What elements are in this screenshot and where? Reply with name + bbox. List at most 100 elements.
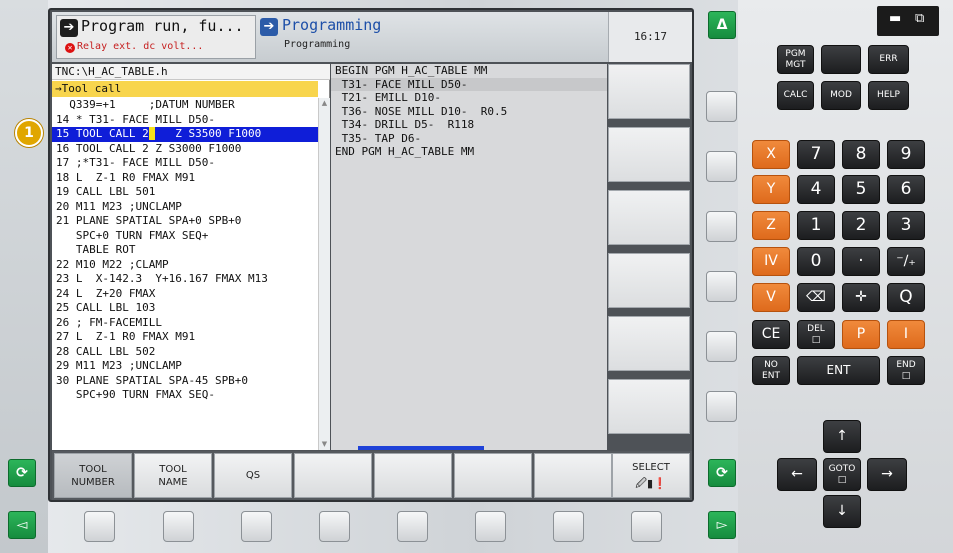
hardware-softkey-8[interactable] (631, 511, 662, 542)
hardware-softkey-1[interactable] (84, 511, 115, 542)
program-line[interactable]: 18 L Z-1 R0 FMAX M91 (52, 171, 318, 186)
qs-softkey[interactable]: QS (214, 453, 292, 498)
iv-axis-key[interactable]: IV (752, 247, 790, 276)
tool-name-softkey[interactable]: TOOL NAME (134, 453, 212, 498)
digit-2-key[interactable]: 2 (842, 211, 880, 240)
hardware-vsoftkey-1[interactable] (706, 91, 737, 122)
program-line[interactable]: 27 L Z-1 R0 FMAX M91 (52, 330, 318, 345)
digit-6-key[interactable]: 6 (887, 175, 925, 204)
hardware-softkey-7[interactable] (553, 511, 584, 542)
program-line[interactable]: 24 L Z+20 FMAX (52, 287, 318, 302)
vertical-softkey-1[interactable] (608, 64, 690, 119)
digit-8-key[interactable]: 8 (842, 140, 880, 169)
softkey-left-button[interactable]: ◅ (8, 511, 36, 539)
hardware-vsoftkey-6[interactable] (706, 391, 737, 422)
vertical-softkey-3[interactable] (608, 190, 690, 245)
digit-0-key[interactable]: 0 (797, 247, 835, 276)
pgm-mgt-key[interactable]: PGM MGT (777, 45, 814, 74)
scrollbar[interactable]: ▲ ▼ (318, 98, 330, 450)
backspace-key[interactable]: ⌫ (797, 283, 835, 312)
program-line[interactable]: 28 CALL LBL 502 (52, 345, 318, 360)
hardware-vsoftkey-3[interactable] (706, 211, 737, 242)
restore-icon[interactable]: ⧉ (915, 11, 924, 26)
vertical-softkey-4[interactable] (608, 253, 690, 308)
clear-entry-key[interactable]: CE (752, 320, 790, 349)
program-line[interactable]: 19 CALL LBL 501 (52, 185, 318, 200)
hardware-vsoftkey-5[interactable] (706, 331, 737, 362)
program-line[interactable]: 17 ;*T31- FACE MILL D50- (52, 156, 318, 171)
help-key[interactable]: HELP (868, 81, 909, 110)
blank-key[interactable] (821, 45, 861, 74)
softkey-right-button[interactable]: ▻ (708, 511, 736, 539)
screen-switch-button[interactable]: ⟳ (8, 459, 36, 487)
softkey-6[interactable] (454, 453, 532, 498)
digit-7-key[interactable]: 7 (797, 140, 835, 169)
program-line[interactable]: 16 TOOL CALL 2 Z S3000 F1000 (52, 142, 318, 157)
program-line[interactable]: SPC+0 TURN FMAX SEQ+ (52, 229, 318, 244)
softkey-7[interactable] (534, 453, 612, 498)
program-line[interactable]: 29 M11 M23 ;UNCLAMP (52, 359, 318, 374)
softkey-5[interactable] (374, 453, 452, 498)
hardware-vsoftkey-2[interactable] (706, 151, 737, 182)
y-axis-key[interactable]: Y (752, 175, 790, 204)
softkey-4[interactable] (294, 453, 372, 498)
calc-key[interactable]: CALC (777, 81, 814, 110)
arrow-up-key[interactable]: ↑ (823, 420, 861, 453)
search-bar[interactable]: →Tool call (52, 81, 318, 97)
program-line-selected[interactable]: 15 TOOL CALL 2 Z S3500 F1000 (52, 127, 318, 142)
digit-5-key[interactable]: 5 (842, 175, 880, 204)
programming-mode-tab[interactable]: ➔ Programming Programming (258, 15, 458, 59)
arrow-left-key[interactable]: ← (777, 458, 817, 491)
minimize-icon[interactable]: ▬ (889, 11, 901, 26)
plus-minus-key[interactable]: ⁻∕₊ (887, 247, 925, 276)
actual-position-key[interactable]: ✛ (842, 283, 880, 312)
decimal-point-key[interactable]: · (842, 247, 880, 276)
hardware-softkey-4[interactable] (319, 511, 350, 542)
digit-9-key[interactable]: 9 (887, 140, 925, 169)
incremental-key[interactable]: I (887, 320, 925, 349)
program-line[interactable]: TABLE ROT (52, 243, 318, 258)
select-softkey[interactable]: SELECT 🖉▮❗ (612, 453, 690, 498)
hardware-softkey-6[interactable] (475, 511, 506, 542)
digit-4-key[interactable]: 4 (797, 175, 835, 204)
screen-layout-button[interactable]: ⟳ (708, 459, 736, 487)
end-key[interactable]: END □ (887, 356, 925, 385)
program-line[interactable]: 22 M10 M22 ;CLAMP (52, 258, 318, 273)
hardware-softkey-5[interactable] (397, 511, 428, 542)
arrow-down-key[interactable]: ↓ (823, 495, 861, 528)
digit-1-key[interactable]: 1 (797, 211, 835, 240)
hardware-softkey-3[interactable] (241, 511, 272, 542)
arrow-right-key[interactable]: → (867, 458, 907, 491)
enter-key[interactable]: ENT (797, 356, 880, 385)
x-axis-key[interactable]: X (752, 140, 790, 169)
v-axis-key[interactable]: V (752, 283, 790, 312)
softkey-up-button[interactable]: Δ (708, 11, 736, 39)
hardware-softkey-2[interactable] (163, 511, 194, 542)
vertical-softkey-2[interactable] (608, 127, 690, 182)
vertical-softkey-6[interactable] (608, 379, 690, 434)
program-line[interactable]: SPC+90 TURN FMAX SEQ- (52, 388, 318, 403)
err-key[interactable]: ERR (868, 45, 909, 74)
program-line[interactable]: 26 ; FM-FACEMILL (52, 316, 318, 331)
polar-key[interactable]: P (842, 320, 880, 349)
goto-key[interactable]: GOTO □ (823, 458, 861, 491)
hardware-vsoftkey-4[interactable] (706, 271, 737, 302)
program-line[interactable]: 23 L X-142.3 Y+16.167 FMAX M13 (52, 272, 318, 287)
scroll-down-icon[interactable]: ▼ (320, 440, 329, 449)
program-line[interactable]: Q339=+1 ;DATUM NUMBER (52, 98, 318, 113)
program-line[interactable]: 21 PLANE SPATIAL SPA+0 SPB+0 (52, 214, 318, 229)
z-axis-key[interactable]: Z (752, 211, 790, 240)
program-line[interactable]: 25 CALL LBL 103 (52, 301, 318, 316)
tool-number-softkey[interactable]: TOOL NUMBER (54, 453, 132, 498)
program-editor[interactable]: TNC:\H_AC_TABLE.h →Tool call Q339=+1 ;DA… (52, 64, 330, 450)
program-line[interactable]: 30 PLANE SPATIAL SPA-45 SPB+0 (52, 374, 318, 389)
digit-3-key[interactable]: 3 (887, 211, 925, 240)
scroll-up-icon[interactable]: ▲ (320, 99, 329, 108)
q-parameter-key[interactable]: Q (887, 283, 925, 312)
program-line[interactable]: 20 M11 M23 ;UNCLAMP (52, 200, 318, 215)
no-ent-key[interactable]: NO ENT (752, 356, 790, 385)
mod-key[interactable]: MOD (821, 81, 861, 110)
program-line[interactable]: 14 * T31- FACE MILL D50- (52, 113, 318, 128)
machine-mode-tab[interactable]: ➔ Program run, fu... ✕ Relay ext. dc volt… (56, 15, 256, 59)
vertical-softkey-5[interactable] (608, 316, 690, 371)
